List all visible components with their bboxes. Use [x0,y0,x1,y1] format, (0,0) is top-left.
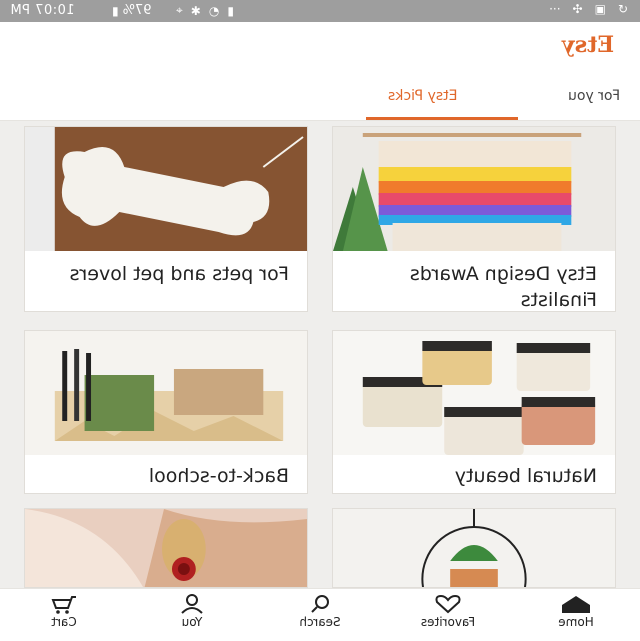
more-dots-icon: ··· [549,2,561,16]
bottom-nav: Home Favorites Search You Cart [0,588,640,641]
status-clock: 10:07 PM [10,3,75,18]
active-tab-indicator [366,117,518,120]
battery-icon: ▮ [112,3,119,18]
person-icon [181,594,203,614]
tab-etsy-picks[interactable]: Etsy Picks [388,88,458,104]
nav-label-home: Home [558,615,594,629]
nav-label-favorites: Favorites [420,615,476,629]
nav-search[interactable]: Search [280,593,360,629]
nav-label-cart: Cart [51,615,77,629]
card-pets[interactable]: For pets and pet lovers [24,126,308,312]
status-time: 10:07 PM [10,3,75,18]
signal-icon: ▮ [227,3,234,18]
card-image-desk-organizer [25,331,307,455]
image-icon: ▣ [594,2,606,16]
tab-for-you[interactable]: For you [568,88,620,104]
card-image-lulu-ornament [25,127,307,251]
wifi-icon: ◔ [208,3,220,18]
nav-label-you: You [181,615,203,629]
nav-home[interactable]: Home [536,593,616,629]
nav-favorites[interactable]: Favorites [408,593,488,629]
heart-icon [435,594,461,614]
fan-icon: ✣ [572,2,583,16]
nav-label-search: Search [299,615,341,629]
card-design-awards[interactable]: Etsy Design Awards Finalists [332,126,616,312]
status-right-icons: ··· ✣ ▣ ↻ [549,2,628,16]
status-battery: 97% ▮ [112,3,152,18]
app-header: Etsy For you Etsy Picks [0,22,640,121]
card-title: For pets and pet lovers [69,263,289,285]
card-earring[interactable] [24,508,308,588]
cart-icon [51,596,76,614]
card-title: Etsy Design Awards Finalists [409,263,597,311]
card-image-earring [25,509,307,587]
nav-cart[interactable]: Cart [24,593,104,629]
etsy-logo[interactable]: Etsy [562,32,614,58]
sync-icon: ↻ [617,2,628,16]
battery-percent: 97% [122,3,152,18]
card-image-jars [333,331,615,455]
card-image-weaving [333,127,615,251]
nav-you[interactable]: You [152,593,232,629]
card-image-hanging-plant [333,509,615,587]
card-natural-beauty[interactable]: Natural beauty [332,330,616,494]
card-title: Natural beauty [454,465,597,487]
bluetooth-icon: ✱ [190,3,201,18]
home-icon [562,596,590,613]
tab-bar: For you Etsy Picks [0,76,640,120]
location-icon: ⌖ [176,3,183,17]
card-plant[interactable] [332,508,616,588]
search-icon [311,595,329,613]
status-left-icons: ⌖ ✱ ◔ ▮ [176,3,234,18]
card-title: Back-to-school [148,465,289,487]
status-bar: ⌖ ✱ ◔ ▮ 10:07 PM 97% ▮ ··· ✣ ▣ ↻ [0,0,640,22]
card-back-to-school[interactable]: Back-to-school [24,330,308,494]
